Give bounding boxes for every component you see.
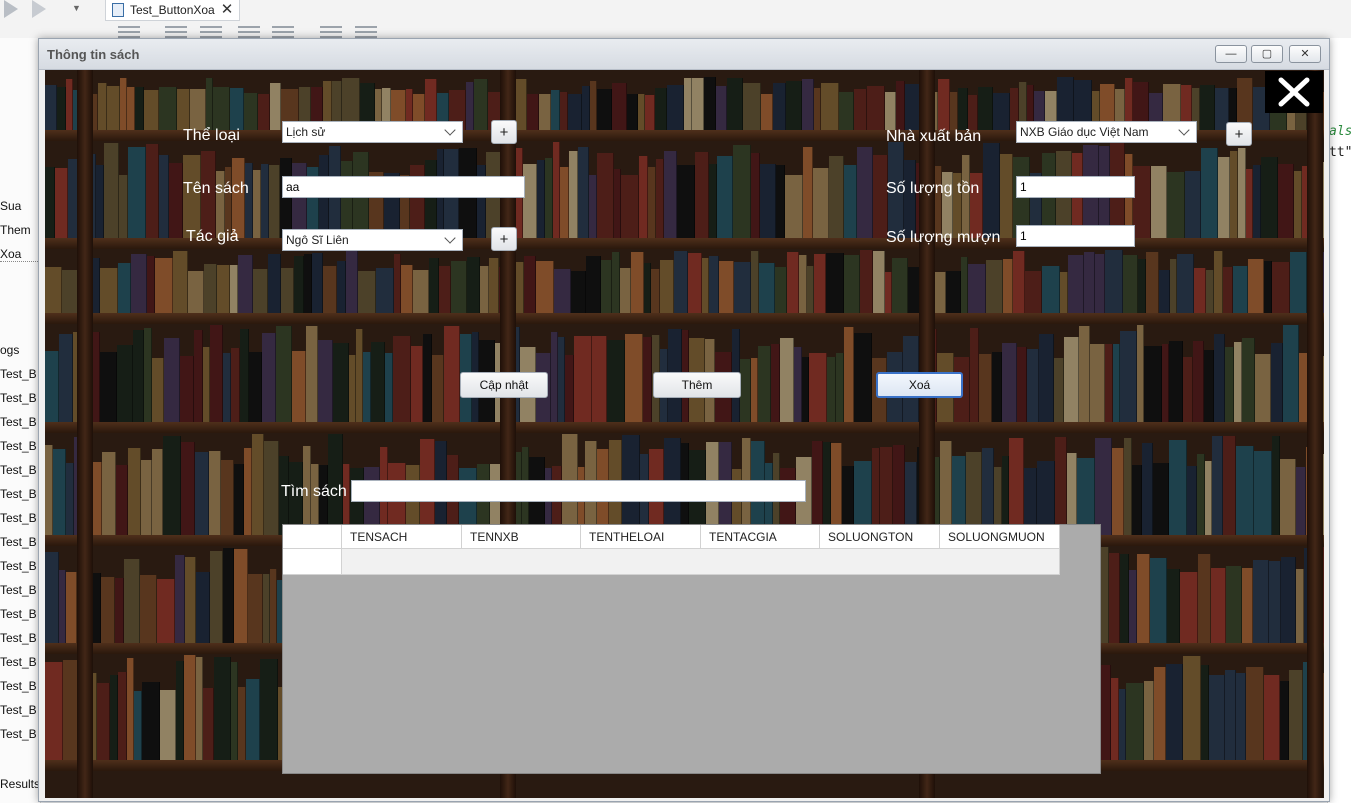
run-icon[interactable] xyxy=(4,0,18,18)
left-item[interactable]: Test_B xyxy=(0,655,38,669)
tim-sach-label: Tìm sách xyxy=(281,483,347,500)
grid-new-row[interactable] xyxy=(342,549,1060,575)
spacing-icon[interactable] xyxy=(320,26,342,38)
so-luong-ton-input[interactable] xyxy=(1017,177,1134,197)
ten-sach-field[interactable] xyxy=(282,176,525,198)
the-loai-select[interactable]: Lịch sử xyxy=(282,121,463,143)
chevron-down-icon xyxy=(444,124,456,136)
left-item[interactable]: Test_B xyxy=(0,727,38,741)
left-item[interactable]: Test_B xyxy=(0,703,38,717)
dialog-titlebar[interactable]: Thông tin sách — ▢ ✕ xyxy=(39,39,1329,70)
tim-sach-input[interactable] xyxy=(352,481,805,501)
books-grid[interactable]: TENSACH TENNXB TENTHELOAI TENTACGIA SOLU… xyxy=(282,524,1101,774)
dialog-title: Thông tin sách xyxy=(47,47,140,62)
tac-gia-select[interactable]: Ngô Sĩ Liên xyxy=(282,229,463,251)
so-luong-ton-label: Số lượng tồn xyxy=(886,180,980,197)
grid-icon[interactable] xyxy=(355,26,377,38)
results-tab[interactable]: Results xyxy=(0,777,38,791)
grid-column-header[interactable]: TENTHELOAI xyxy=(581,525,701,549)
grid-column-header[interactable]: SOLUONGTON xyxy=(820,525,940,549)
maximize-icon: ▢ xyxy=(1261,47,1273,60)
tim-sach-field[interactable] xyxy=(351,480,806,502)
align-right-icon[interactable] xyxy=(200,26,222,38)
left-item[interactable]: Test_B xyxy=(0,415,38,429)
the-loai-value: Lịch sử xyxy=(286,125,326,139)
so-luong-ton-field[interactable] xyxy=(1016,176,1135,198)
chevron-down-icon xyxy=(444,232,456,244)
left-item[interactable]: Test_B xyxy=(0,535,38,549)
code-fragment: als xyxy=(1329,124,1351,139)
xoa-button[interactable]: Xoá xyxy=(876,372,963,398)
left-item[interactable]: Sua xyxy=(0,199,38,213)
so-luong-muon-label: Số lượng mượn xyxy=(886,229,1001,246)
debug-icon[interactable] xyxy=(32,0,46,18)
nha-xuat-ban-label: Nhà xuất bản xyxy=(886,128,982,145)
left-item[interactable]: Test_B xyxy=(0,583,38,597)
chevron-down-icon xyxy=(1178,124,1190,136)
grid-corner-header[interactable] xyxy=(283,525,342,549)
left-item[interactable]: ogs xyxy=(0,343,38,357)
them-button[interactable]: Thêm xyxy=(653,372,741,398)
editor-tab-label: Test_ButtonXoa xyxy=(130,3,215,17)
left-item[interactable]: Test_B xyxy=(0,463,38,477)
left-item[interactable]: Test_B xyxy=(0,511,38,525)
left-item[interactable]: Them xyxy=(0,223,38,237)
left-item[interactable]: Test_B xyxy=(0,391,38,405)
plus-icon: + xyxy=(499,230,509,248)
left-item[interactable]: Test_B xyxy=(0,367,38,381)
document-icon xyxy=(112,3,124,17)
indent-icon[interactable] xyxy=(272,26,294,38)
left-item[interactable]: Test_B xyxy=(0,607,38,621)
close-icon: ✕ xyxy=(1300,47,1310,60)
grid-column-header[interactable]: TENTACGIA xyxy=(701,525,820,549)
left-item[interactable]: Test_B xyxy=(0,559,38,573)
left-item[interactable]: Xoa xyxy=(0,247,38,262)
close-form-button[interactable] xyxy=(1265,71,1323,113)
nha-xuat-ban-value: NXB Giáo dục Việt Nam xyxy=(1020,125,1149,139)
grid-column-header[interactable]: SOLUONGMUON xyxy=(940,525,1060,549)
grid-column-header[interactable]: TENNXB xyxy=(462,525,581,549)
close-icon[interactable]: ✕ xyxy=(221,2,234,17)
add-nha-xuat-ban-button[interactable]: + xyxy=(1226,122,1252,146)
tac-gia-label: Tác giả xyxy=(186,228,239,245)
book-info-dialog: Thông tin sách — ▢ ✕ Thể loại Lịch sử + … xyxy=(38,38,1330,802)
add-tac-gia-button[interactable]: + xyxy=(491,227,517,251)
nha-xuat-ban-select[interactable]: NXB Giáo dục Việt Nam xyxy=(1016,121,1197,143)
code-fragment: tt" xyxy=(1329,145,1351,160)
minimize-button[interactable]: — xyxy=(1215,45,1247,63)
grid-column-header[interactable]: TENSACH xyxy=(342,525,462,549)
left-item[interactable]: Test_B xyxy=(0,679,38,693)
ten-sach-input[interactable] xyxy=(283,177,524,197)
maximize-button[interactable]: ▢ xyxy=(1251,45,1283,63)
ten-sach-label: Tên sách xyxy=(183,180,249,197)
so-luong-muon-field[interactable] xyxy=(1016,225,1135,247)
close-icon xyxy=(1278,77,1310,107)
plus-icon: + xyxy=(1234,125,1244,143)
the-loai-label: Thể loại xyxy=(183,127,240,144)
cap-nhat-button[interactable]: Cập nhật xyxy=(460,372,548,398)
add-the-loai-button[interactable]: + xyxy=(491,120,517,144)
grid-row-header[interactable] xyxy=(283,549,342,575)
tac-gia-value: Ngô Sĩ Liên xyxy=(286,233,349,247)
align-center-icon[interactable] xyxy=(165,26,187,38)
window-close-button[interactable]: ✕ xyxy=(1289,45,1321,63)
left-item[interactable]: Test_B xyxy=(0,439,38,453)
dropdown-icon[interactable]: ▼ xyxy=(72,3,81,13)
so-luong-muon-input[interactable] xyxy=(1017,226,1134,246)
align-left-icon[interactable] xyxy=(118,26,140,38)
justify-icon[interactable] xyxy=(238,26,260,38)
left-item[interactable]: Test_B xyxy=(0,487,38,501)
plus-icon: + xyxy=(499,123,509,141)
minimize-icon: — xyxy=(1225,47,1237,60)
editor-tab[interactable]: Test_ButtonXoa ✕ xyxy=(105,0,241,21)
left-item[interactable]: Test_B xyxy=(0,631,38,645)
